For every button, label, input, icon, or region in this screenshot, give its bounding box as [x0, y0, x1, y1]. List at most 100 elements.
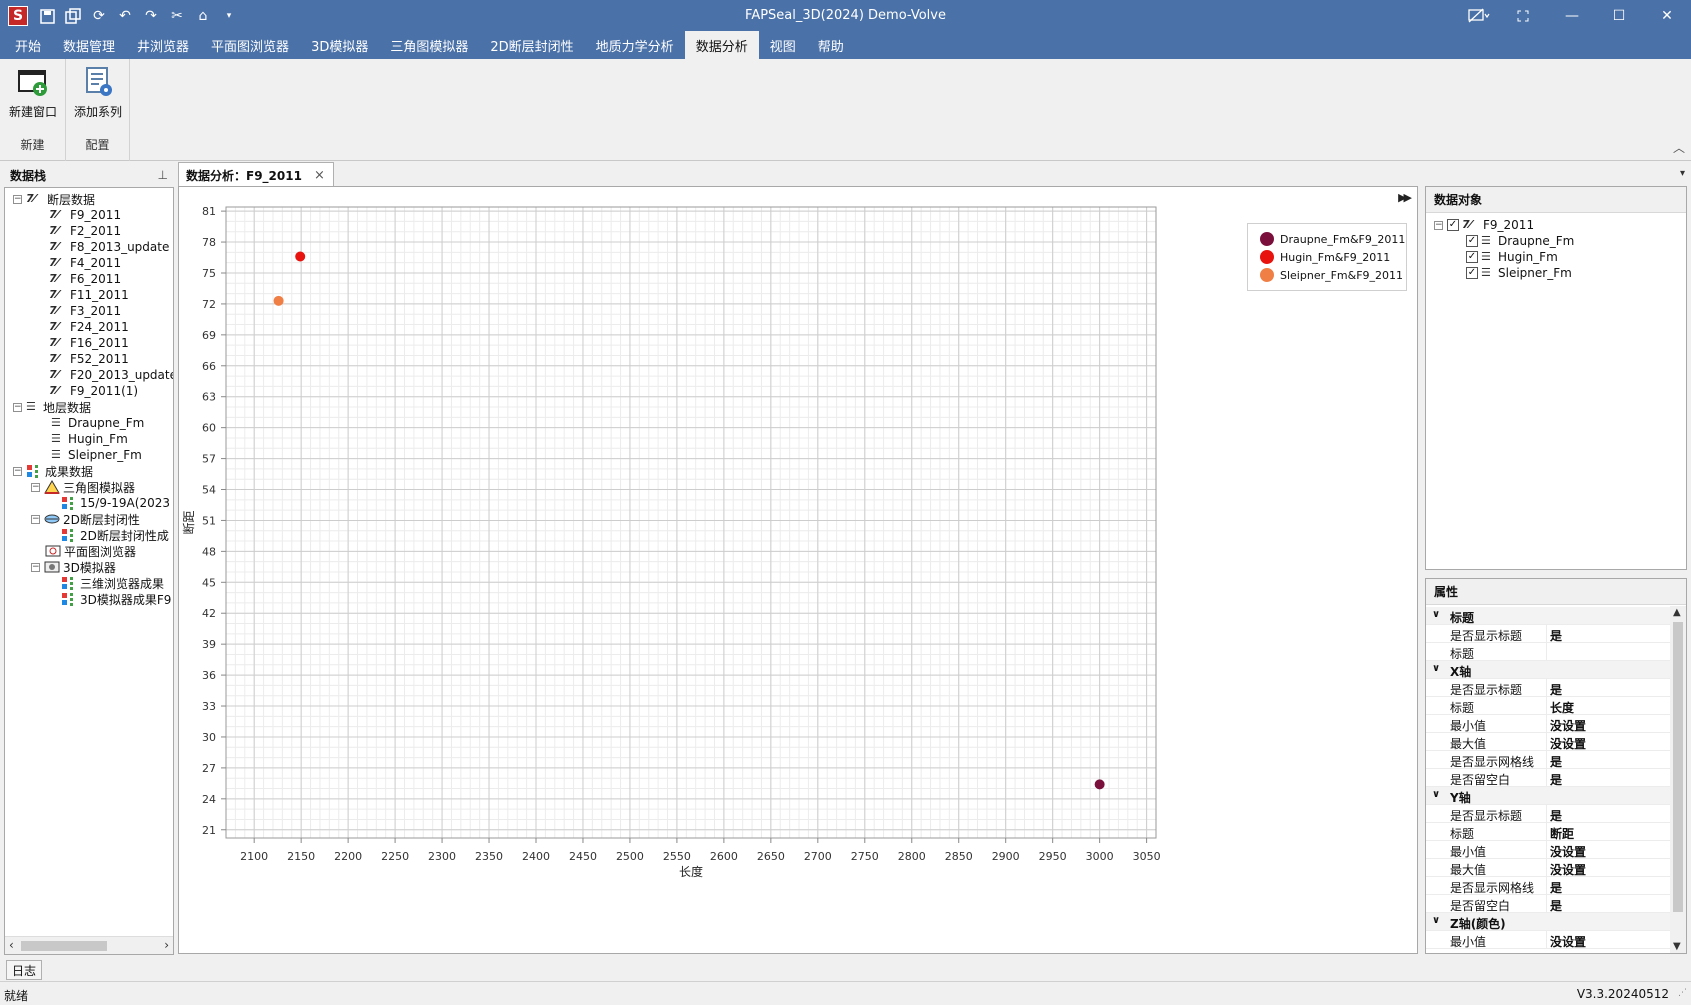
object-tree-item[interactable]: ✓ ☰ Draupne_Fm — [1466, 233, 1574, 249]
tree-item-fault[interactable]: 7⁄ F20_2013_update — [49, 367, 173, 383]
property-value[interactable]: 没设置 — [1550, 717, 1586, 734]
object-tree-item[interactable]: ✓ ☰ Sleipner_Fm — [1466, 265, 1572, 281]
new-window-button[interactable]: 新建窗口 — [3, 65, 63, 120]
property-value[interactable]: 是 — [1550, 753, 1562, 770]
tree-item-fault[interactable]: 7⁄ F6_2011 — [49, 271, 121, 287]
horizontal-scrollbar[interactable]: ‹ › — [5, 936, 173, 954]
collapse-toggle-icon[interactable]: − — [31, 514, 40, 524]
property-row[interactable]: 是否显示标题 是 — [1426, 679, 1670, 697]
close-button[interactable]: ✕ — [1652, 4, 1682, 28]
object-tree-item[interactable]: ✓ ☰ Hugin_Fm — [1466, 249, 1558, 265]
display-settings-icon[interactable] — [1464, 4, 1494, 28]
menu-tab-help[interactable]: 帮助 — [807, 31, 855, 59]
scroll-down-icon[interactable]: ▼ — [1673, 941, 1681, 952]
tree-node-result-data[interactable]: − 成果数据 — [13, 463, 93, 479]
menu-tab-data-management[interactable]: 数据管理 — [52, 31, 126, 59]
tree-item-layer[interactable]: ☰ Draupne_Fm — [51, 415, 144, 431]
data-point[interactable] — [1094, 779, 1105, 790]
tree-item-fault[interactable]: 7⁄ F9_2011(1) — [49, 383, 138, 399]
tree-node-3d-simulator[interactable]: − 3D模拟器 — [31, 559, 116, 575]
property-category-title[interactable]: ∨ 标题 — [1426, 607, 1670, 625]
property-row[interactable]: 最小值 没设置 — [1426, 841, 1670, 859]
tree-item-fault[interactable]: 7⁄ F52_2011 — [49, 351, 129, 367]
minimize-button[interactable]: — — [1557, 4, 1587, 28]
menu-tab-2d-fault-seal[interactable]: 2D断层封闭性 — [479, 31, 584, 59]
property-row[interactable]: 是否显示网格线 是 — [1426, 877, 1670, 895]
object-checkbox[interactable]: ✓ — [1447, 219, 1459, 231]
property-row[interactable]: 标题 断距 — [1426, 823, 1670, 841]
property-value[interactable]: 长度 — [1550, 699, 1574, 716]
menu-tab-map-browser[interactable]: 平面图浏览器 — [200, 31, 300, 59]
tree-item-layer[interactable]: ☰ Hugin_Fm — [51, 431, 128, 447]
tree-node-map-browser[interactable]: 平面图浏览器 — [45, 543, 136, 559]
menu-tab-3d-simulator[interactable]: 3D模拟器 — [300, 31, 379, 59]
tree-item-fault[interactable]: 7⁄ F9_2011 — [49, 207, 121, 223]
tree-item-layer[interactable]: ☰ Sleipner_Fm — [51, 447, 142, 463]
property-category-x-axis[interactable]: ∨ X轴 — [1426, 661, 1670, 679]
scroll-left-icon[interactable]: ‹ — [9, 938, 14, 952]
property-value[interactable]: 断距 — [1550, 825, 1574, 842]
property-row[interactable]: 是否留空白 是 — [1426, 769, 1670, 787]
chevron-down-icon[interactable]: ∨ — [1432, 663, 1440, 674]
property-value[interactable]: 是 — [1550, 627, 1562, 644]
expand-panel-icon[interactable]: ▶▶ — [1398, 191, 1412, 204]
property-value[interactable]: 是 — [1550, 897, 1562, 914]
collapse-toggle-icon[interactable]: − — [31, 482, 40, 492]
tree-item-fault[interactable]: 7⁄ F24_2011 — [49, 319, 129, 335]
menu-tab-triangle-simulator[interactable]: 三角图模拟器 — [379, 31, 479, 59]
tree-item-fault[interactable]: 7⁄ F16_2011 — [49, 335, 129, 351]
property-value[interactable]: 是 — [1550, 879, 1562, 896]
property-row[interactable]: 标题 — [1426, 643, 1670, 661]
scroll-thumb[interactable] — [21, 941, 107, 951]
data-point[interactable] — [273, 295, 284, 306]
property-row[interactable]: 最小值 没设置 — [1426, 931, 1670, 949]
object-checkbox[interactable]: ✓ — [1466, 251, 1478, 263]
tree-item-result[interactable]: 15/9-19A(2023 — [61, 495, 170, 511]
collapse-toggle-icon[interactable]: − — [13, 194, 22, 204]
collapse-ribbon-icon[interactable]: ︿ — [1673, 139, 1685, 156]
collapse-toggle-icon[interactable]: − — [31, 562, 40, 572]
collapse-toggle-icon[interactable]: − — [1434, 220, 1443, 230]
object-checkbox[interactable]: ✓ — [1466, 267, 1478, 279]
tree-node-2d-fault-seal[interactable]: − 2D断层封闭性 — [31, 511, 140, 527]
add-series-button[interactable]: 添加系列 — [68, 65, 128, 120]
chevron-down-icon[interactable]: ∨ — [1432, 609, 1440, 620]
chevron-down-icon[interactable]: ∨ — [1432, 789, 1440, 800]
tree-item-fault[interactable]: 7⁄ F4_2011 — [49, 255, 121, 271]
object-tree-root[interactable]: − ✓ 7⁄ F9_2011 — [1434, 217, 1534, 233]
vertical-scrollbar[interactable]: ▲ ▼ — [1670, 606, 1686, 953]
chevron-down-icon[interactable]: ∨ — [1432, 915, 1440, 926]
tree-item-result[interactable]: 3D模拟器成果F9 — [61, 591, 171, 607]
property-value[interactable]: 没设置 — [1550, 861, 1586, 878]
legend-item[interactable]: Hugin_Fm&F9_2011 — [1260, 250, 1390, 264]
property-row[interactable]: 是否留空白 是 — [1426, 895, 1670, 913]
maximize-button[interactable]: ☐ — [1604, 4, 1634, 28]
collapse-toggle-icon[interactable]: − — [13, 466, 22, 476]
tree-node-triangle-simulator[interactable]: − 三角图模拟器 — [31, 479, 135, 495]
scatter-chart[interactable]: 2100 2150 2200 2250 2300 2350 2400 2450 2500 2550… — [179, 187, 1417, 953]
tree-item-fault[interactable]: 7⁄ F8_2013_update — [49, 239, 169, 255]
scroll-thumb[interactable] — [1673, 622, 1683, 912]
property-value[interactable]: 是 — [1550, 807, 1562, 824]
pin-icon[interactable]: ⊥ — [158, 168, 168, 182]
legend-item[interactable]: Draupne_Fm&F9_2011 — [1260, 232, 1405, 246]
resize-grip-icon[interactable]: ⋰ — [1678, 988, 1687, 998]
tree-node-layer-data[interactable]: − ☰ 地层数据 — [13, 399, 91, 415]
property-row[interactable]: 是否显示标题 是 — [1426, 805, 1670, 823]
tree-item-fault[interactable]: 7⁄ F3_2011 — [49, 303, 121, 319]
tree-item-fault[interactable]: 7⁄ F2_2011 — [49, 223, 121, 239]
menu-tab-data-analysis[interactable]: 数据分析 — [684, 31, 759, 59]
object-checkbox[interactable]: ✓ — [1466, 235, 1478, 247]
tab-log[interactable]: 日志 — [6, 960, 42, 980]
property-row[interactable]: 最大值 没设置 — [1426, 859, 1670, 877]
tree-item-fault[interactable]: 7⁄ F11_2011 — [49, 287, 129, 303]
property-category-y-axis[interactable]: ∨ Y轴 — [1426, 787, 1670, 805]
close-tab-icon[interactable]: × — [314, 168, 325, 183]
scroll-up-icon[interactable]: ▲ — [1673, 607, 1681, 618]
scroll-right-icon[interactable]: › — [164, 938, 169, 952]
property-row[interactable]: 最大值 没设置 — [1426, 733, 1670, 751]
property-value[interactable]: 没设置 — [1550, 735, 1586, 752]
property-value[interactable]: 没设置 — [1550, 843, 1586, 860]
menu-tab-view[interactable]: 视图 — [759, 31, 807, 59]
fullscreen-icon[interactable] — [1508, 4, 1538, 28]
